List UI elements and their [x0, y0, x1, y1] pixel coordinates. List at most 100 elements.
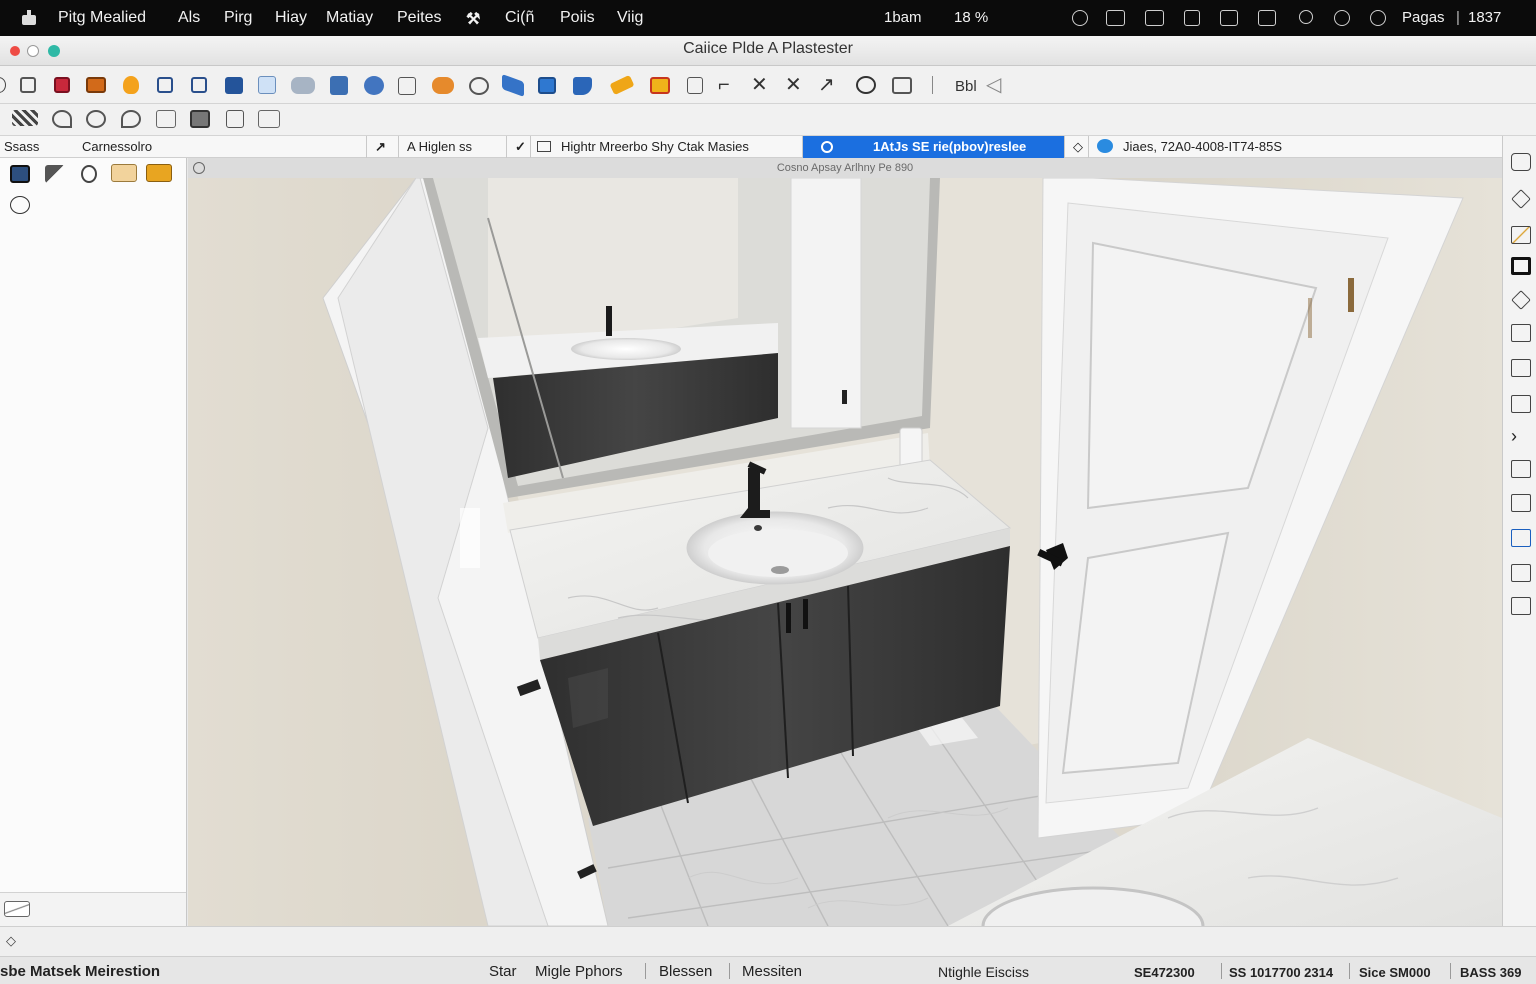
circle-icon[interactable]	[0, 77, 6, 93]
toolbar-label[interactable]: Bbl	[955, 78, 977, 95]
ruler-icon[interactable]	[469, 77, 489, 95]
paint-icon[interactable]	[398, 77, 416, 95]
status-battery: 18 %	[954, 9, 989, 26]
sheet-icon[interactable]	[364, 76, 384, 95]
link-icon[interactable]	[330, 76, 348, 95]
window-icon[interactable]	[1184, 10, 1200, 26]
layers-icon[interactable]	[258, 110, 280, 128]
book-icon[interactable]	[226, 110, 244, 128]
tab-info[interactable]: Jiaes, 72A0-4008-IT74-85S	[1088, 136, 1324, 158]
tab-check-icon[interactable]: ✓	[506, 136, 530, 158]
menu-item-peites[interactable]: Peites	[397, 9, 441, 27]
list-icon[interactable]	[650, 77, 670, 94]
globe-icon[interactable]	[432, 77, 454, 94]
close-icon[interactable]: ✕	[751, 75, 768, 95]
bluetooth-icon[interactable]	[1299, 10, 1313, 24]
wifi-icon[interactable]	[1334, 10, 1350, 26]
group-icon[interactable]	[258, 76, 276, 94]
keyboard-icon[interactable]	[1145, 10, 1164, 26]
menu-item-poiis[interactable]: Poiis	[560, 9, 595, 27]
tab-diamond-icon[interactable]: ◇	[1064, 136, 1088, 158]
corner-icon[interactable]	[687, 77, 703, 94]
tab-active[interactable]: 1AtJs SE rie(pbov)reslee	[802, 136, 1064, 158]
status-row: ◇	[0, 926, 1536, 956]
cross-icon[interactable]: ⌐	[718, 75, 730, 95]
red-box-icon[interactable]	[54, 77, 70, 93]
panel-icon[interactable]	[191, 77, 207, 93]
pencil-icon[interactable]	[1511, 226, 1531, 244]
tag-icon[interactable]	[1511, 597, 1531, 615]
status-size: Sice SM000	[1359, 965, 1431, 980]
page-icon[interactable]	[20, 77, 36, 93]
bottom-status-bar: sbe Matsek Meirestion Star Migle Pphors …	[0, 956, 1536, 984]
folder-icon[interactable]	[538, 77, 556, 94]
status-mode[interactable]: Star	[489, 963, 517, 980]
tab-label-left[interactable]: Ssass	[0, 136, 80, 158]
bulb-icon[interactable]	[123, 76, 139, 94]
menu-item-app[interactable]: Pitg Mealied	[58, 9, 146, 27]
arrow-icon[interactable]: ↗	[818, 75, 835, 95]
box-icon[interactable]	[1511, 257, 1531, 275]
tab-arrow-icon[interactable]: ↗	[366, 136, 398, 158]
status-profile[interactable]: Migle Pphors	[535, 963, 623, 980]
status-diamond-icon[interactable]: ◇	[6, 933, 16, 949]
protractor-icon[interactable]	[1511, 494, 1531, 512]
walk-icon[interactable]	[121, 110, 141, 128]
menu-tools-icon[interactable]: ⚒	[466, 9, 480, 29]
dimension-icon[interactable]	[1511, 359, 1531, 377]
frame-icon[interactable]	[1511, 395, 1531, 413]
eraser-icon[interactable]	[1511, 290, 1531, 310]
display-icon[interactable]	[1106, 10, 1125, 26]
window-title: Caiice Plde A Plastester	[683, 40, 853, 57]
status-time: 1bam	[884, 9, 922, 26]
tab-caption[interactable]: Carnessolro	[78, 136, 364, 158]
menu-item-als[interactable]: Als	[178, 9, 200, 27]
tab-materials[interactable]: Hightr Mreerbo Shy Ctak Masies	[530, 136, 802, 158]
image-icon[interactable]	[86, 77, 106, 93]
blue-tool-icon[interactable]	[1511, 529, 1531, 547]
search-icon[interactable]	[1072, 10, 1088, 26]
tab-mode[interactable]: A Higlen ss	[398, 136, 506, 158]
mirror-icon[interactable]	[1258, 10, 1276, 26]
screen-icon[interactable]	[1220, 10, 1238, 26]
rotate-icon[interactable]	[52, 110, 72, 128]
camera-icon[interactable]	[190, 110, 210, 128]
menu-item-pirg[interactable]: Pirg	[224, 9, 252, 27]
hatch-icon[interactable]	[12, 110, 38, 126]
grid-icon[interactable]	[291, 77, 315, 94]
back-icon[interactable]: ◁	[986, 75, 1001, 95]
chevron-right-icon[interactable]: ›	[1511, 427, 1531, 445]
text-icon[interactable]	[1511, 324, 1531, 342]
status-item1[interactable]: Blessen	[659, 963, 712, 980]
render-viewport[interactable]: Cosno Apsay Arlhny Pe 890	[188, 158, 1502, 926]
menu-item-hiay[interactable]: Hiay	[275, 9, 307, 27]
magnify-icon[interactable]	[856, 76, 876, 94]
section-icon[interactable]	[156, 110, 176, 128]
apple-icon[interactable]	[22, 10, 36, 25]
window-icon[interactable]	[157, 77, 173, 93]
measure-icon[interactable]	[1511, 460, 1531, 478]
orbit-icon[interactable]	[86, 110, 106, 128]
key-icon[interactable]	[81, 165, 97, 183]
stack-icon[interactable]	[609, 74, 635, 96]
menu-item-viig[interactable]: Viig	[617, 9, 643, 27]
settings-icon[interactable]	[10, 196, 30, 214]
square-icon[interactable]	[892, 77, 912, 94]
folder-icon[interactable]	[111, 164, 137, 182]
axis-icon[interactable]: ✕	[785, 75, 802, 95]
status-item2[interactable]: Messiten	[742, 963, 802, 980]
edit-icon[interactable]	[4, 901, 30, 917]
status-separator	[729, 963, 730, 979]
menu-item-cin[interactable]: Ci(ñ	[505, 9, 534, 27]
clock-icon[interactable]	[1370, 10, 1386, 26]
pen-icon[interactable]	[573, 77, 592, 95]
brush-icon[interactable]	[45, 165, 65, 183]
monitor-icon[interactable]	[502, 73, 524, 98]
folder-open-icon[interactable]	[146, 164, 172, 182]
menu-item-matiay[interactable]: Matiay	[326, 9, 373, 27]
select-icon[interactable]	[1511, 153, 1531, 171]
diamond-icon[interactable]	[1511, 189, 1531, 209]
mail-icon[interactable]	[1511, 564, 1531, 582]
cube-icon[interactable]	[225, 77, 243, 94]
scene-icon[interactable]	[10, 165, 30, 183]
